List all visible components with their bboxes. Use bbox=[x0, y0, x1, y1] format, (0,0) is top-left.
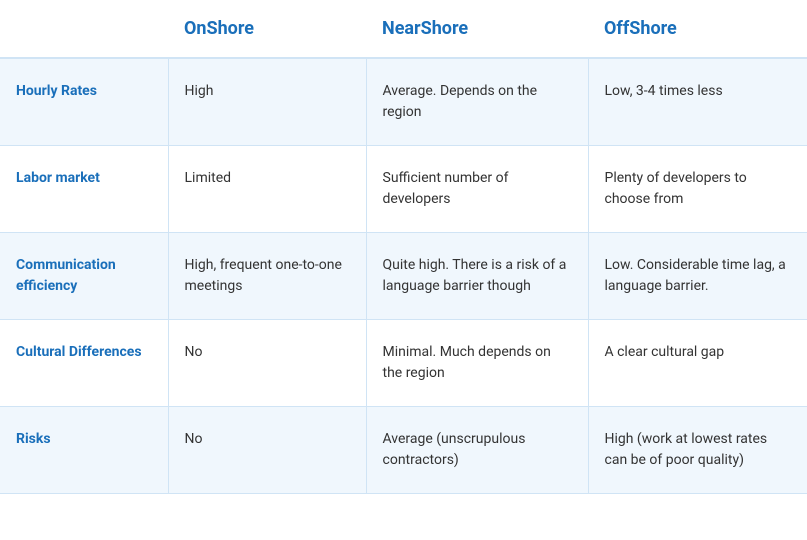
table-header-row: OnShore NearShore OffShore bbox=[0, 0, 807, 58]
comparison-table: OnShore NearShore OffShore Hourly RatesH… bbox=[0, 0, 807, 494]
header-nearshore: NearShore bbox=[366, 0, 588, 58]
row-offshore: A clear cultural gap bbox=[588, 320, 807, 407]
row-nearshore: Sufficient number of developers bbox=[366, 146, 588, 233]
row-offshore: Low, 3-4 times less bbox=[588, 58, 807, 146]
row-nearshore: Average (unscrupulous contractors) bbox=[366, 407, 588, 494]
table-row: Labor marketLimitedSufficient number of … bbox=[0, 146, 807, 233]
row-label: Communication efficiency bbox=[0, 233, 168, 320]
table-row: Cultural DifferencesNoMinimal. Much depe… bbox=[0, 320, 807, 407]
row-onshore: High bbox=[168, 58, 366, 146]
row-label: Risks bbox=[0, 407, 168, 494]
header-offshore: OffShore bbox=[588, 0, 807, 58]
row-offshore: Plenty of developers to choose from bbox=[588, 146, 807, 233]
header-onshore: OnShore bbox=[168, 0, 366, 58]
row-nearshore: Average. Depends on the region bbox=[366, 58, 588, 146]
row-label: Cultural Differences bbox=[0, 320, 168, 407]
comparison-table-container: OnShore NearShore OffShore Hourly RatesH… bbox=[0, 0, 807, 494]
row-offshore: Low. Considerable time lag, a language b… bbox=[588, 233, 807, 320]
row-nearshore: Quite high. There is a risk of a languag… bbox=[366, 233, 588, 320]
table-row: Communication efficiencyHigh, frequent o… bbox=[0, 233, 807, 320]
row-offshore: High (work at lowest rates can be of poo… bbox=[588, 407, 807, 494]
row-onshore: No bbox=[168, 320, 366, 407]
row-onshore: High, frequent one-to-one meetings bbox=[168, 233, 366, 320]
row-onshore: No bbox=[168, 407, 366, 494]
row-label: Hourly Rates bbox=[0, 58, 168, 146]
row-nearshore: Minimal. Much depends on the region bbox=[366, 320, 588, 407]
table-row: RisksNoAverage (unscrupulous contractors… bbox=[0, 407, 807, 494]
row-onshore: Limited bbox=[168, 146, 366, 233]
header-label bbox=[0, 0, 168, 58]
table-row: Hourly RatesHighAverage. Depends on the … bbox=[0, 58, 807, 146]
row-label: Labor market bbox=[0, 146, 168, 233]
